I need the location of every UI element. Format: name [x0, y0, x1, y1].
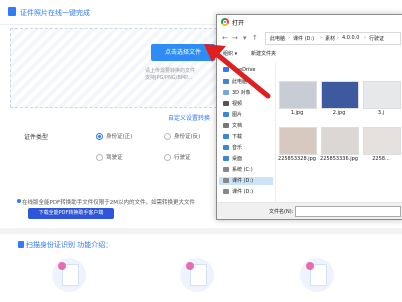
- recent-chevron-icon[interactable]: ▾: [243, 34, 247, 42]
- sidebar-item[interactable]: 课件 (D:): [219, 177, 273, 185]
- sidebar-item-label: 3D 对象: [232, 90, 251, 96]
- sidebar-item[interactable]: 视频: [223, 100, 242, 108]
- file-name[interactable]: 1.jpg: [277, 110, 317, 116]
- sidebar-item[interactable]: 课件 (D:): [223, 188, 253, 196]
- sidebar-item[interactable]: 文档: [223, 122, 242, 130]
- sidebar-item-label: 桌面: [232, 156, 243, 162]
- info-icon: [17, 199, 21, 203]
- drive-icon: [223, 167, 229, 172]
- new-folder-button[interactable]: 新建文件夹: [251, 50, 276, 57]
- picture-icon: [223, 112, 229, 117]
- id-type-label: 证件类型: [24, 134, 49, 141]
- file-grid: 1.jpg 2.jpg 3.j 225853328.jpg 225853336.jpg 2…: [277, 63, 401, 197]
- drive-icon: [223, 178, 229, 183]
- option-label-0[interactable]: 身份证(正): [106, 132, 132, 140]
- filename-label: 文件名(N):: [269, 209, 294, 215]
- section-title: 扫描身份证识别 功能介绍：: [26, 241, 113, 249]
- cloud-icon: [223, 67, 229, 72]
- filename-input[interactable]: [295, 206, 401, 217]
- breadcrumb-item-1[interactable]: 课件 (D:): [293, 35, 314, 42]
- computer-icon: [223, 79, 229, 84]
- sidebar-item[interactable]: 桌面: [223, 155, 242, 163]
- desktop-icon: [223, 156, 229, 161]
- forward-arrow-icon[interactable]: →: [232, 34, 238, 42]
- document-icon: [8, 7, 16, 16]
- document-icon: [223, 123, 229, 128]
- dialog-sidebar: OneDrive 此电脑 3D 对象视频图片文档下载音乐桌面系统 (C:) 课件 (D…: [217, 63, 276, 203]
- organize-button[interactable]: 组织 ▾: [223, 50, 237, 57]
- download-icon: [223, 134, 229, 139]
- file-thumbnail[interactable]: [321, 81, 359, 109]
- sidebar-item-label: 下载: [232, 134, 243, 140]
- sidebar-item-label: 此电脑: [232, 79, 248, 85]
- sidebar-item[interactable]: 系统 (C:): [223, 166, 253, 174]
- file-name[interactable]: 3.j: [361, 110, 401, 116]
- option-label-2[interactable]: 驾驶证: [106, 153, 123, 161]
- breadcrumb-item-3[interactable]: 4.0.0.0: [342, 35, 360, 41]
- sidebar-item[interactable]: 此电脑: [223, 78, 247, 86]
- page-title: 证件照片在线一键完成: [20, 9, 90, 17]
- address-row: ← → ▾ ↑ 此电脑 › 课件 (D:) › 素材 › 4.0.0.0 › 行…: [217, 30, 402, 46]
- file-name[interactable]: 2.jpg: [319, 110, 359, 116]
- file-thumbnail[interactable]: [321, 127, 359, 155]
- option-label-3[interactable]: 行驶证: [174, 153, 191, 161]
- file-thumbnail[interactable]: [363, 127, 401, 155]
- up-arrow-icon[interactable]: ↑: [252, 34, 258, 42]
- sidebar-item-label: OneDrive: [232, 67, 256, 73]
- feature-illustration-3: [300, 258, 334, 292]
- sidebar-item-label: 音乐: [232, 145, 243, 151]
- sidebar-item-label: 文档: [232, 123, 243, 129]
- dialog-toolbar: 组织 ▾ 新建文件夹: [217, 48, 402, 60]
- scan-icon: [18, 241, 24, 248]
- dialog-title-bar: 打开: [217, 15, 402, 29]
- file-thumbnail[interactable]: [363, 81, 401, 109]
- file-thumbnail[interactable]: [279, 127, 317, 155]
- breadcrumb-item-4[interactable]: 行驶证: [369, 35, 384, 42]
- file-thumbnail[interactable]: [279, 81, 317, 109]
- breadcrumb-item-0[interactable]: 此电脑: [270, 35, 285, 42]
- sidebar-item-label: 课件 (D:): [232, 178, 254, 184]
- select-file-button[interactable]: 点击选择文件: [151, 44, 215, 61]
- sidebar-item[interactable]: OneDrive: [223, 67, 256, 75]
- radio-option-2[interactable]: [96, 154, 103, 161]
- radio-option-3[interactable]: [164, 154, 171, 161]
- file-name[interactable]: 2258...: [361, 156, 401, 162]
- sidebar-item[interactable]: 下载: [223, 133, 242, 141]
- drive-icon: [223, 189, 229, 194]
- file-open-dialog[interactable]: 打开 ← → ▾ ↑ 此电脑 › 课件 (D:) › 素材 › 4.0.0.0 …: [216, 14, 402, 220]
- upload-tip-line-1: 请上传需要转换的文件: [145, 68, 196, 74]
- cube-icon: [223, 90, 229, 95]
- upload-tip-line-2: 支持JPG/PNG/BMP...: [145, 75, 193, 81]
- notice-text: 在线版全能PDF转换助手文件仅限于2M以内的文件，如需转换更大文件: [22, 200, 195, 206]
- download-client-button[interactable]: 下载全能PDF转换助手客户端: [28, 208, 114, 219]
- sidebar-item-label: 图片: [232, 112, 243, 118]
- feature-illustration-2: [180, 258, 214, 292]
- sidebar-item[interactable]: 音乐: [223, 144, 242, 152]
- file-name[interactable]: 225853328.jpg: [277, 156, 317, 162]
- sidebar-item[interactable]: 图片: [223, 111, 242, 119]
- music-icon: [223, 145, 229, 150]
- radio-option-1[interactable]: [164, 133, 171, 140]
- breadcrumb-item-2[interactable]: 素材: [325, 35, 335, 42]
- video-icon: [223, 101, 229, 106]
- address-bar[interactable]: 此电脑 › 课件 (D:) › 素材 › 4.0.0.0 › 行驶证: [265, 32, 401, 45]
- section-divider: [0, 228, 402, 234]
- option-label-1[interactable]: 身份证(反): [174, 132, 200, 140]
- filename-row: 文件名(N):: [217, 202, 402, 219]
- sidebar-item[interactable]: 3D 对象: [223, 89, 251, 97]
- sidebar-item-label: 课件 (D:): [232, 189, 254, 195]
- custom-settings-link[interactable]: 自定义设置转换: [168, 113, 210, 122]
- sidebar-item-label: 系统 (C:): [232, 167, 253, 173]
- file-name[interactable]: 225853336.jpg: [319, 156, 359, 162]
- upload-tip: 请上传需要转换的文件 支持JPG/PNG/BMP...: [145, 68, 225, 82]
- feature-illustration-1: [52, 258, 86, 292]
- chrome-icon: [221, 18, 229, 26]
- back-arrow-icon[interactable]: ←: [222, 34, 228, 42]
- radio-option-0[interactable]: [96, 133, 103, 140]
- dialog-title: 打开: [232, 20, 245, 27]
- sidebar-item-label: 视频: [232, 101, 243, 107]
